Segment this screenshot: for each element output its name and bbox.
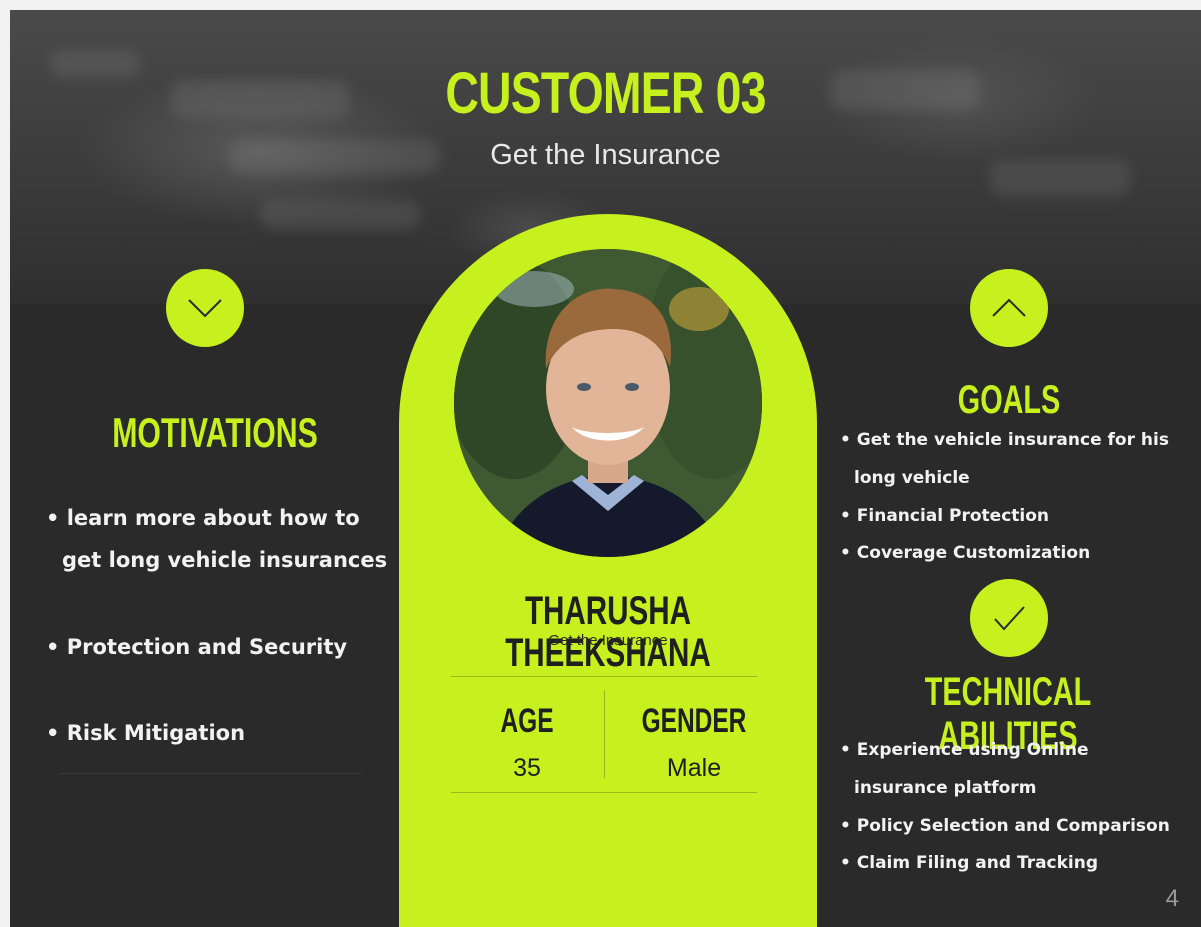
gender-label: GENDER [641,702,747,740]
chevron-down-icon [166,269,244,347]
background-blur [260,200,420,230]
motivation-item: • Protection and Security [46,635,348,659]
slide: CUSTOMER 03 Get the Insurance MOTIVATION… [10,10,1201,927]
divider [60,773,362,774]
age-value: 35 [513,754,541,782]
motivation-item: • Risk Mitigation [46,721,246,745]
avatar [454,249,762,557]
age-label: AGE [500,702,554,740]
technical-item: • Policy Selection and Comparison [840,816,1170,836]
background-blur [50,50,140,78]
goal-item: • Coverage Customization [840,543,1091,563]
divider [451,676,757,677]
motivation-item: get long vehicle insurances [62,548,388,572]
page-title: CUSTOMER 03 [445,61,766,126]
profile-role: Get the Insurance [548,632,668,649]
divider [604,690,605,778]
goal-item: long vehicle [854,468,970,488]
technical-item: • Experience using Online [840,740,1089,760]
technical-item: • Claim Filing and Tracking [840,853,1099,873]
checkmark-icon [970,579,1048,657]
goals-heading: GOALS [957,378,1061,422]
motivations-heading: MOTIVATIONS [112,409,318,456]
motivation-item: • learn more about how to [46,506,360,530]
avatar-illustration [454,249,762,557]
technical-item: insurance platform [854,778,1037,798]
goal-item: • Get the vehicle insurance for his [840,430,1169,450]
goal-item: • Financial Protection [840,506,1050,526]
gender-value: Male [666,754,722,782]
page-number: 4 [1165,885,1179,912]
chevron-up-icon [970,269,1048,347]
divider [451,792,757,793]
page-subtitle: Get the Insurance [490,139,721,171]
